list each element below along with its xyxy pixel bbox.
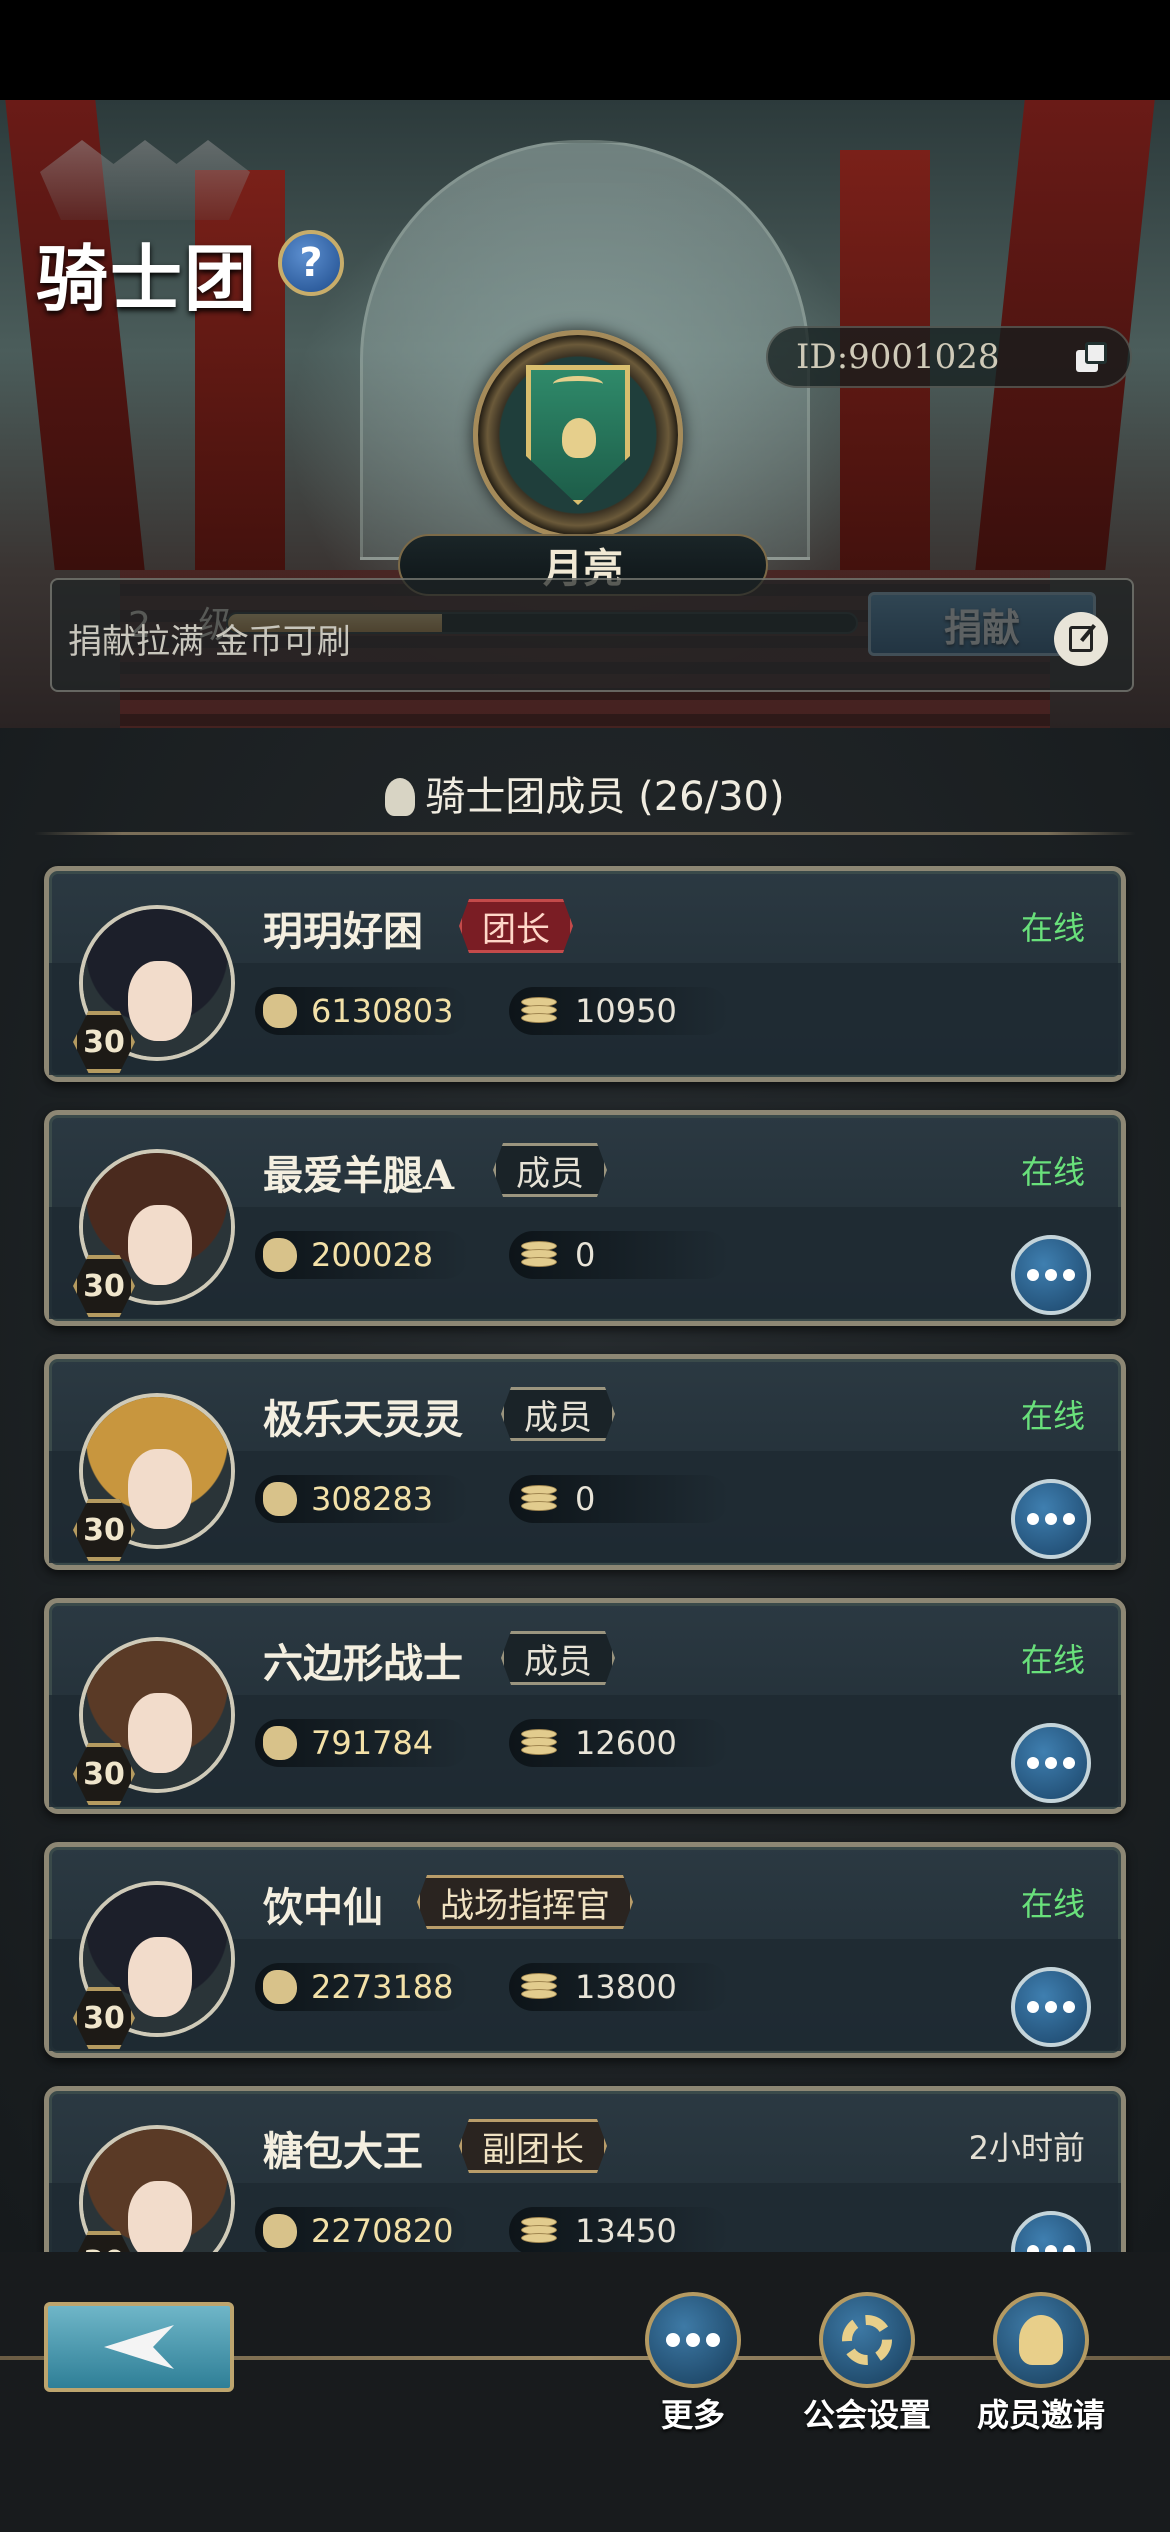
members-panel: 骑士团成员 (26/30) 30 玥玥好困 团长 在线 6130803 1095… (0, 728, 1170, 2252)
guild-settings-button[interactable]: 公会设置 (792, 2292, 942, 2436)
members-heading: 骑士团成员 (26/30) (0, 764, 1170, 822)
power-value: 2273188 (311, 1968, 454, 2006)
copy-icon[interactable] (1076, 342, 1108, 374)
contribution-stat: 0 (509, 1475, 729, 1523)
contribution-value: 10950 (575, 992, 677, 1030)
member-options-button[interactable] (1011, 1479, 1091, 1559)
avatar-face (128, 1937, 192, 2017)
notice-text: 捐献拉满 金币可刷 (68, 622, 351, 662)
avatar-face (128, 1449, 192, 1529)
more-label: 更多 (660, 2396, 725, 2434)
fist-icon (263, 994, 297, 1028)
contribution-stat: 10950 (509, 987, 729, 1035)
coin-stack-icon (517, 1727, 561, 1759)
member-card[interactable]: 30 糖包大王 副团长 2小时前 2270820 13450 (44, 2086, 1126, 2252)
member-card[interactable]: 30 六边形战士 成员 在线 791784 12600 (44, 1598, 1126, 1814)
fist-icon (263, 1482, 297, 1516)
power-stat: 200028 (255, 1231, 469, 1279)
power-value: 6130803 (311, 992, 454, 1030)
coin-stack-icon (517, 1971, 561, 2003)
avatar-face (128, 1693, 192, 1773)
members-heading-text: 骑士团成员 (26/30) (425, 774, 785, 820)
role-badge: 战场指挥官 (417, 1875, 633, 1929)
emblem-wing-icon (553, 376, 603, 392)
power-stat: 2273188 (255, 1963, 469, 2011)
member-card[interactable]: 30 饮中仙 战场指挥官 在线 2273188 13800 (44, 1842, 1126, 2058)
member-card[interactable]: 30 最爱羊腿A 成员 在线 200028 0 (44, 1110, 1126, 1326)
avatar-face (128, 2181, 192, 2252)
online-status: 在线 (1020, 909, 1085, 947)
emblem-figure-icon (562, 418, 596, 458)
crown-crest-icon (40, 140, 250, 220)
gear-icon (819, 2292, 915, 2388)
power-stat: 6130803 (255, 987, 469, 1035)
role-badge: 成员 (493, 1143, 607, 1197)
coin-stack-icon (517, 1483, 561, 1515)
guild-id-box: ID:9001028 (766, 326, 1132, 388)
role-badge: 成员 (501, 1387, 615, 1441)
power-value: 2270820 (311, 2212, 454, 2250)
fist-icon (263, 1970, 297, 2004)
back-arrow-icon (104, 2325, 174, 2369)
status-bar (0, 0, 1170, 100)
edit-notice-icon[interactable] (1054, 612, 1108, 666)
back-button[interactable] (44, 2302, 234, 2392)
role-badge: 副团长 (459, 2119, 607, 2173)
page-title: 骑士团 (36, 236, 259, 321)
member-options-button[interactable] (1011, 1967, 1091, 2047)
contribution-value: 13450 (575, 2212, 677, 2250)
coin-stack-icon (517, 2215, 561, 2247)
contribution-stat: 13800 (509, 1963, 729, 2011)
online-status: 在线 (1020, 1885, 1085, 1923)
power-stat: 308283 (255, 1475, 469, 1523)
member-name: 极乐天灵灵 (263, 1396, 463, 1443)
power-value: 308283 (311, 1480, 434, 1518)
role-badge: 成员 (501, 1631, 615, 1685)
member-name: 玥玥好困 (263, 908, 423, 955)
member-name: 最爱羊腿A (263, 1152, 455, 1199)
power-stat: 2270820 (255, 2207, 469, 2252)
member-icon (385, 778, 416, 816)
power-stat: 791784 (255, 1719, 469, 1767)
avatar-face (128, 961, 192, 1041)
contribution-stat: 13450 (509, 2207, 729, 2252)
contribution-stat: 12600 (509, 1719, 729, 1767)
bottom-bar: 更多 公会设置 成员邀请 (0, 2252, 1170, 2532)
coin-stack-icon (517, 995, 561, 1027)
contribution-value: 0 (575, 1480, 596, 1518)
member-name: 糖包大王 (263, 2128, 423, 2175)
member-card[interactable]: 30 极乐天灵灵 成员 在线 308283 0 (44, 1354, 1126, 1570)
guild-settings-label: 公会设置 (802, 2396, 931, 2434)
avatar-face (128, 1205, 192, 1285)
contribution-value: 12600 (575, 1724, 677, 1762)
guild-notice: 捐献拉满 金币可刷 (50, 578, 1134, 692)
power-value: 200028 (311, 1236, 434, 1274)
help-button[interactable]: ? (278, 230, 344, 296)
member-name: 饮中仙 (263, 1884, 383, 1931)
invite-icon (993, 2292, 1089, 2388)
member-name: 六边形战士 (263, 1640, 463, 1687)
invite-members-label: 成员邀请 (976, 2396, 1105, 2434)
contribution-value: 13800 (575, 1968, 677, 2006)
online-status: 在线 (1020, 1153, 1085, 1191)
member-options-button[interactable] (1011, 1723, 1091, 1803)
more-dots-icon (645, 2292, 741, 2388)
fist-icon (263, 1726, 297, 1760)
online-status: 2小时前 (968, 2129, 1085, 2167)
role-badge: 团长 (459, 899, 573, 953)
fist-icon (263, 2214, 297, 2248)
online-status: 在线 (1020, 1641, 1085, 1679)
member-card[interactable]: 30 玥玥好困 团长 在线 6130803 10950 (44, 866, 1126, 1082)
member-options-button[interactable] (1011, 1235, 1091, 1315)
divider (34, 832, 1136, 835)
invite-members-button[interactable]: 成员邀请 (966, 2292, 1116, 2436)
power-value: 791784 (311, 1724, 434, 1762)
online-status: 在线 (1020, 1397, 1085, 1435)
contribution-stat: 0 (509, 1231, 729, 1279)
more-button[interactable]: 更多 (618, 2292, 768, 2436)
coin-stack-icon (517, 1239, 561, 1271)
guild-id: ID:9001028 (796, 337, 1000, 377)
contribution-value: 0 (575, 1236, 596, 1274)
fist-icon (263, 1238, 297, 1272)
